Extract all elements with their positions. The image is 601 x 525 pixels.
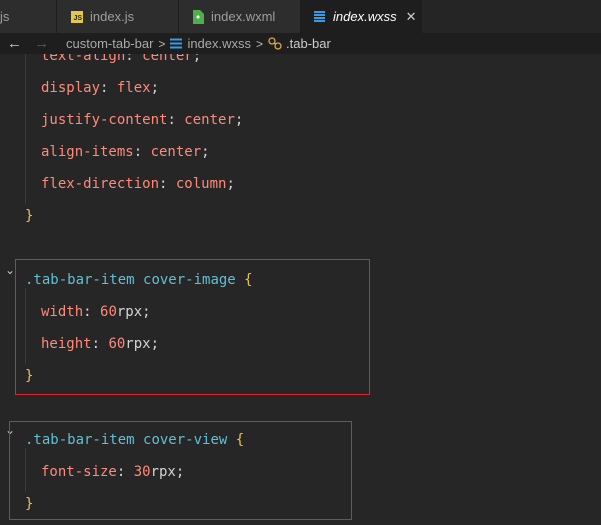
code-line: text-align: center; — [41, 54, 202, 64]
highlight-box — [9, 421, 352, 520]
breadcrumb-symbol[interactable]: .tab-bar — [286, 36, 331, 51]
fold-chevron-icon[interactable]: ⌄ — [5, 263, 15, 277]
selector-symbol-icon — [268, 37, 282, 50]
breadcrumb-path: custom-tab-bar > index.wxss > .tab-bar — [66, 36, 331, 51]
code-line: justify-content: center; — [41, 112, 244, 128]
tab-label: index.wxml — [211, 9, 276, 24]
css-file-icon — [170, 38, 183, 49]
back-arrow-icon[interactable]: ← — [7, 35, 22, 52]
tab-index-wxss[interactable]: index.wxss ✕ — [301, 0, 422, 33]
forward-arrow-icon[interactable]: → — [34, 35, 49, 52]
code-line: display: flex; — [41, 80, 160, 96]
js-file-icon: JS — [71, 10, 83, 23]
editor-tab-bar: js JS index.js index.wxml index.wxss ✕ — [0, 0, 601, 33]
tab-bar-empty-area — [422, 0, 601, 33]
tab-label: index.js — [90, 9, 135, 24]
code-line: flex-direction: column; — [41, 176, 235, 192]
indent-guide — [25, 54, 26, 204]
code-line: align-items: center; — [41, 144, 210, 160]
close-icon[interactable]: ✕ — [406, 9, 417, 25]
tab-js-partial[interactable]: js — [0, 0, 57, 33]
wxml-file-icon — [192, 9, 204, 24]
breadcrumb: ← → custom-tab-bar > index.wxss > .tab-b… — [0, 33, 601, 54]
breadcrumb-file[interactable]: index.wxss — [187, 36, 251, 51]
tab-index-js[interactable]: JS index.js — [57, 0, 179, 33]
breadcrumb-separator: > — [158, 36, 166, 51]
tab-index-wxml[interactable]: index.wxml — [179, 0, 301, 33]
breadcrumb-separator: > — [256, 36, 264, 51]
breadcrumb-folder[interactable]: custom-tab-bar — [66, 36, 153, 51]
css-file-icon — [313, 10, 326, 23]
code-editor[interactable]: text-align: center; display: flex; justi… — [0, 54, 601, 525]
code-line: } — [25, 208, 34, 224]
tab-label: index.wxss — [333, 9, 397, 24]
tab-label: js — [0, 9, 10, 24]
highlight-box — [15, 259, 370, 395]
